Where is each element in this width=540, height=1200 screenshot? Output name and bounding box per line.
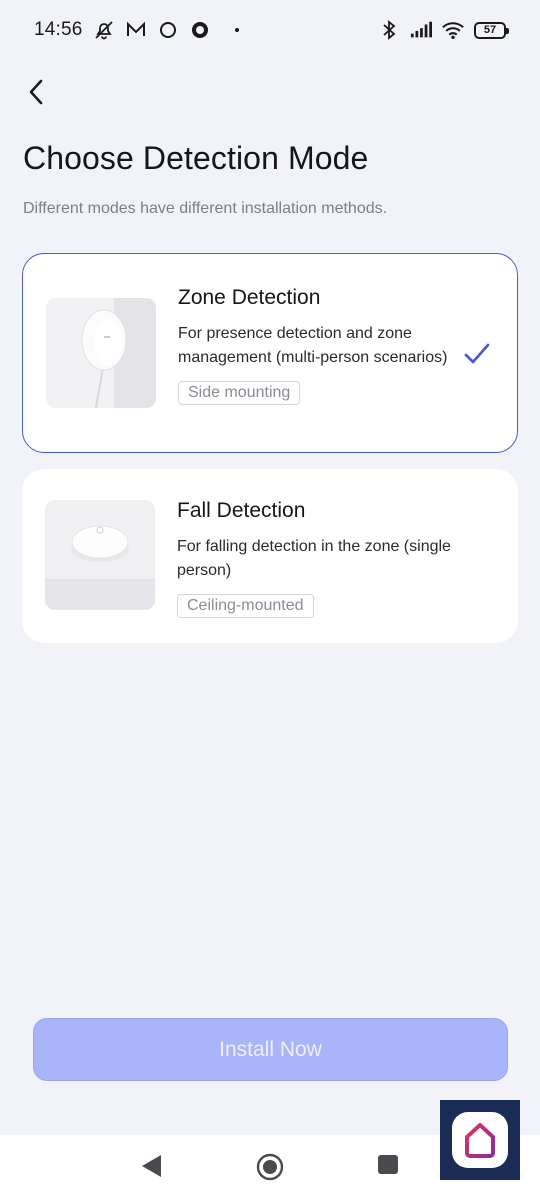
house-logo-icon (465, 1123, 495, 1158)
circle-icon (157, 19, 179, 41)
page-subtitle: Different modes have different installat… (23, 200, 388, 217)
dot-icon (234, 28, 239, 32)
nav-recents-button[interactable] (377, 1153, 399, 1180)
zone-mounting-tag: Side mounting (178, 381, 301, 405)
chevron-left-icon (29, 79, 43, 105)
checkmark-icon (464, 343, 490, 364)
nav-back-button[interactable] (140, 1153, 164, 1184)
status-left: 14:56 (34, 19, 239, 41)
signal-icon (410, 19, 432, 41)
fall-sensor-image (45, 500, 155, 610)
fall-mounting-tag: Ceiling-mounted (177, 594, 314, 618)
mode-card-zone-detection[interactable]: Zone Detection For presence detection an… (22, 253, 518, 453)
zone-card-body: Zone Detection For presence detection an… (178, 286, 457, 405)
page-title: Choose Detection Mode (23, 140, 369, 176)
muted-alarm-icon (93, 19, 115, 41)
battery-icon: 57 (474, 21, 509, 39)
battery-level: 57 (483, 24, 497, 36)
status-right: 57 (378, 19, 509, 41)
triangle-back-icon (142, 1155, 161, 1177)
install-now-button[interactable]: Install Now (33, 1018, 508, 1081)
fall-card-body: Fall Detection For falling detection in … (177, 499, 458, 618)
app-logo-badge (440, 1100, 520, 1180)
fall-detection-title: Fall Detection (177, 499, 306, 522)
zone-sensor-image (46, 298, 156, 408)
nav-home-button[interactable] (256, 1153, 284, 1186)
back-button[interactable] (18, 72, 54, 112)
app-logo (452, 1112, 508, 1168)
mode-card-fall-detection[interactable]: Fall Detection For falling detection in … (22, 469, 518, 643)
mail-icon (125, 19, 147, 41)
fall-detection-description: For falling detection in the zone (singl… (177, 538, 451, 579)
wifi-icon (442, 19, 464, 41)
status-bar: 14:56 57 (0, 0, 540, 60)
square-recents-icon (378, 1155, 398, 1174)
bluetooth-icon (378, 19, 400, 41)
status-time: 14:56 (34, 19, 83, 40)
ring-icon (189, 19, 211, 41)
zone-detection-title: Zone Detection (178, 286, 321, 309)
zone-detection-description: For presence detection and zone manageme… (178, 325, 448, 366)
home-circle-icon (256, 1153, 284, 1181)
